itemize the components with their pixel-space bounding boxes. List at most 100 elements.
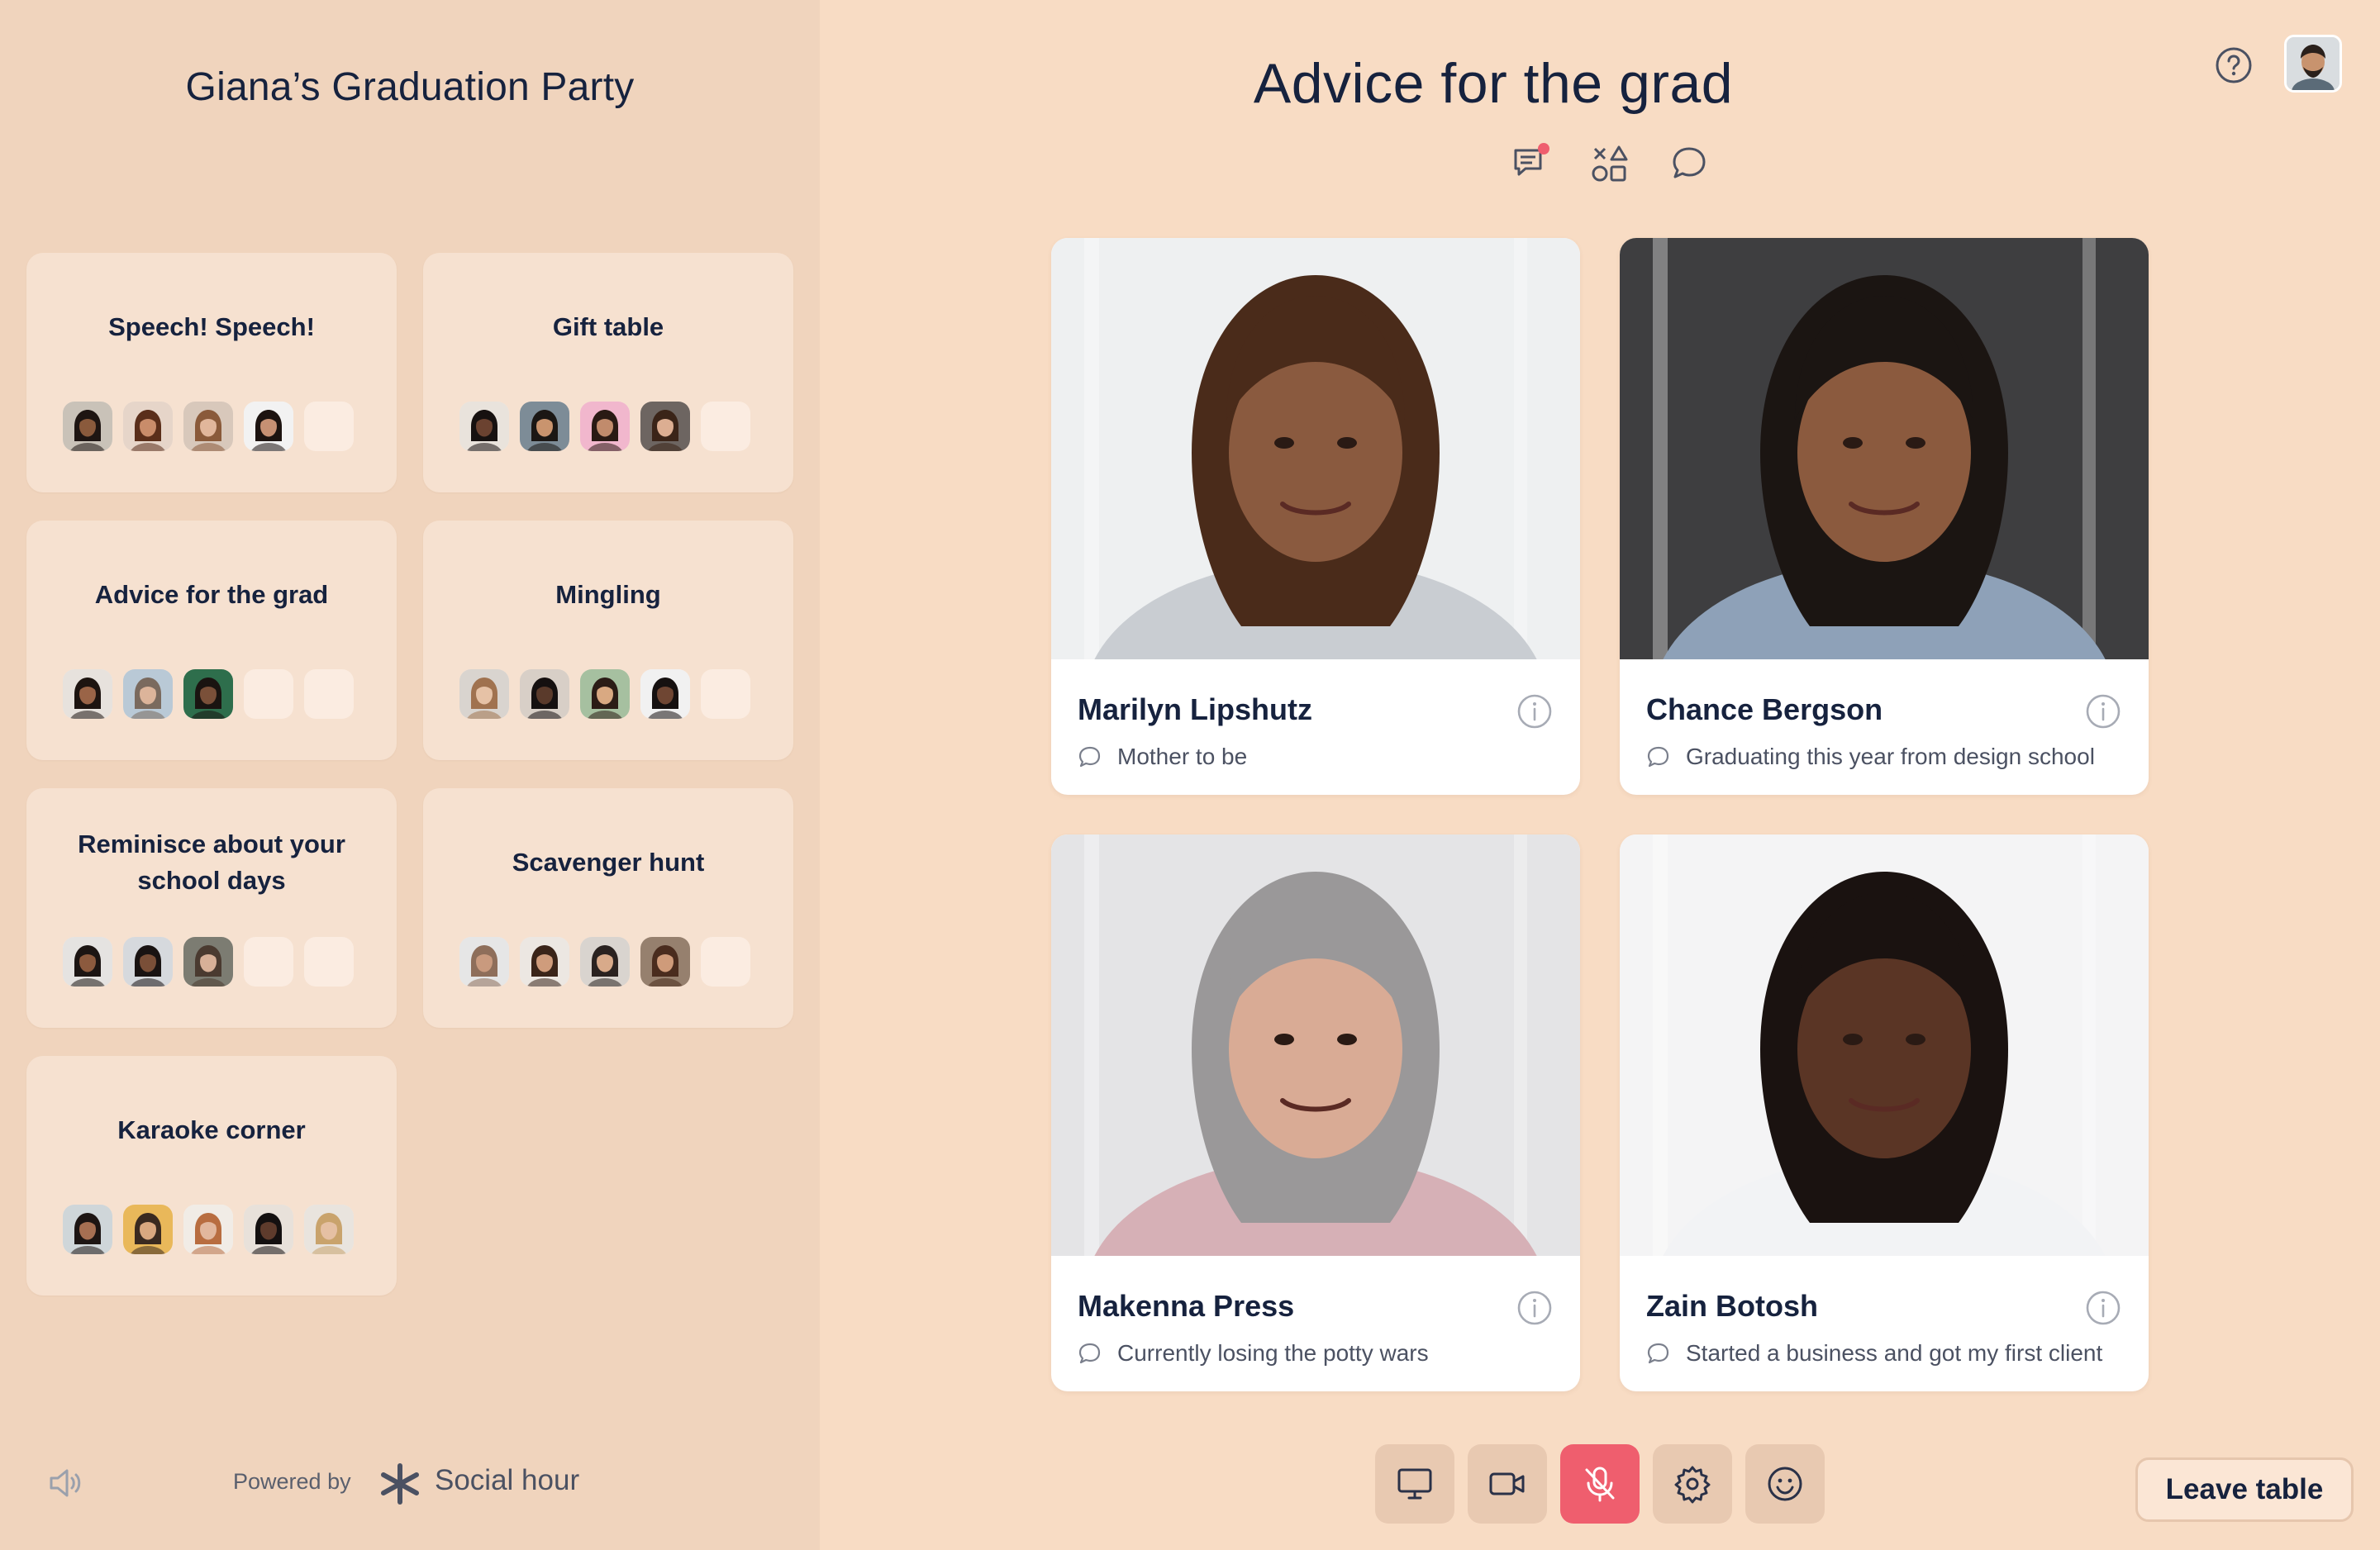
seat-avatar <box>183 937 233 987</box>
powered-by-label: Powered by <box>233 1469 351 1494</box>
empty-seat[interactable] <box>244 669 293 719</box>
table-seats <box>63 402 354 451</box>
empty-seat[interactable] <box>304 402 354 451</box>
status-text: Currently losing the potty wars <box>1117 1340 1429 1366</box>
table-name: Scavenger hunt <box>512 848 705 877</box>
leave-table-button[interactable]: Leave table <box>2135 1457 2354 1522</box>
table-seats <box>63 669 354 719</box>
participant-status: Started a business and got my first clie… <box>1646 1340 2102 1367</box>
seat-avatar <box>520 669 569 719</box>
seat-avatar <box>459 669 509 719</box>
shapes-icon[interactable] <box>1588 142 1631 185</box>
seat-avatar <box>640 937 690 987</box>
status-text: Started a business and got my first clie… <box>1686 1340 2103 1366</box>
info-icon[interactable] <box>1516 1289 1554 1327</box>
mute-button[interactable] <box>1560 1444 1640 1524</box>
table-name: Advice for the grad <box>94 580 329 609</box>
table-name: Karaoke corner <box>117 1115 306 1144</box>
table-name: Gift table <box>552 312 664 341</box>
screen-share-button[interactable] <box>1375 1444 1454 1524</box>
table-card[interactable]: Mingling <box>423 521 793 760</box>
seat-avatar <box>640 669 690 719</box>
participant-video <box>1620 834 2149 1256</box>
comment-icon <box>1647 1343 1669 1364</box>
status-text: Mother to be <box>1117 744 1248 769</box>
participant-status: Currently losing the potty wars <box>1078 1340 1429 1367</box>
table-seats <box>459 402 750 451</box>
seat-avatar <box>580 402 630 451</box>
participant-tile: Zain Botosh Started a business and got m… <box>1620 834 2149 1391</box>
participant-status: Graduating this year from design school <box>1646 744 2095 770</box>
participant-video <box>1051 834 1580 1256</box>
table-seats <box>63 937 354 987</box>
comment-icon <box>1078 746 1101 768</box>
table-name: Mingling <box>555 580 661 609</box>
participant-tile: Makenna Press Currently losing the potty… <box>1051 834 1580 1391</box>
seat-avatar <box>123 1205 173 1254</box>
table-name: Reminisce about your school days <box>78 830 345 895</box>
table-card[interactable]: Scavenger hunt <box>423 788 793 1028</box>
seat-avatar <box>63 1205 112 1254</box>
table-card[interactable]: Speech! Speech! <box>26 253 397 492</box>
table-card[interactable]: Gift table <box>423 253 793 492</box>
comment-icon <box>1078 1343 1101 1364</box>
settings-button[interactable] <box>1653 1444 1732 1524</box>
emoji-icon <box>1768 1467 1802 1501</box>
camera-icon <box>1489 1472 1525 1495</box>
table-seats <box>459 937 750 987</box>
table-seats <box>63 1205 354 1254</box>
room-title: Advice for the grad <box>1253 52 1734 115</box>
participant-name: Makenna Press <box>1078 1289 1295 1323</box>
help-icon[interactable] <box>2213 45 2254 86</box>
camera-button[interactable] <box>1468 1444 1547 1524</box>
seat-avatar <box>123 937 173 987</box>
event-title: Giana’s Graduation Party <box>185 65 635 109</box>
participant-tile: Marilyn Lipshutz Mother to be <box>1051 238 1580 795</box>
seat-avatar <box>123 669 173 719</box>
participant-video <box>1620 238 2149 659</box>
seat-avatar <box>580 669 630 719</box>
comment-icon[interactable] <box>1668 142 1711 185</box>
participant-tile: Chance Bergson Graduating this year from… <box>1620 238 2149 795</box>
seat-avatar <box>459 937 509 987</box>
table-card[interactable]: Reminisce about your school days <box>26 788 397 1028</box>
self-avatar[interactable] <box>2284 35 2342 93</box>
participant-name: Chance Bergson <box>1646 692 1883 726</box>
speaker-icon[interactable] <box>45 1462 86 1504</box>
info-icon[interactable] <box>2084 692 2122 730</box>
participant-video <box>1051 238 1580 659</box>
participant-status: Mother to be <box>1078 744 1247 770</box>
info-icon[interactable] <box>2084 1289 2122 1327</box>
seat-avatar <box>123 402 173 451</box>
brand-name: Social hour <box>435 1464 580 1496</box>
table-card[interactable]: Karaoke corner <box>26 1056 397 1296</box>
asterisk-logo-icon <box>381 1463 419 1505</box>
screen-share-icon <box>1397 1468 1432 1500</box>
empty-seat[interactable] <box>244 937 293 987</box>
table-name: Speech! Speech! <box>108 312 315 341</box>
seat-avatar <box>183 1205 233 1254</box>
seat-avatar <box>640 402 690 451</box>
empty-seat[interactable] <box>304 669 354 719</box>
seat-avatar <box>580 937 630 987</box>
empty-seat[interactable] <box>701 402 750 451</box>
empty-seat[interactable] <box>701 669 750 719</box>
seat-avatar <box>520 937 569 987</box>
seat-avatar <box>183 402 233 451</box>
participant-name: Marilyn Lipshutz <box>1078 692 1313 726</box>
seat-avatar <box>63 669 112 719</box>
seat-avatar <box>304 1205 354 1254</box>
emoji-button[interactable] <box>1745 1444 1825 1524</box>
empty-seat[interactable] <box>701 937 750 987</box>
table-card[interactable]: Advice for the grad <box>26 521 397 760</box>
participant-name: Zain Botosh <box>1646 1289 1818 1323</box>
chat-notes-icon[interactable] <box>1509 142 1552 185</box>
status-text: Graduating this year from design school <box>1686 744 2095 769</box>
mic-muted-icon <box>1585 1467 1615 1502</box>
seat-avatar <box>244 1205 293 1254</box>
seat-avatar <box>63 937 112 987</box>
info-icon[interactable] <box>1516 692 1554 730</box>
seat-avatar <box>183 669 233 719</box>
empty-seat[interactable] <box>304 937 354 987</box>
comment-icon <box>1647 746 1669 768</box>
